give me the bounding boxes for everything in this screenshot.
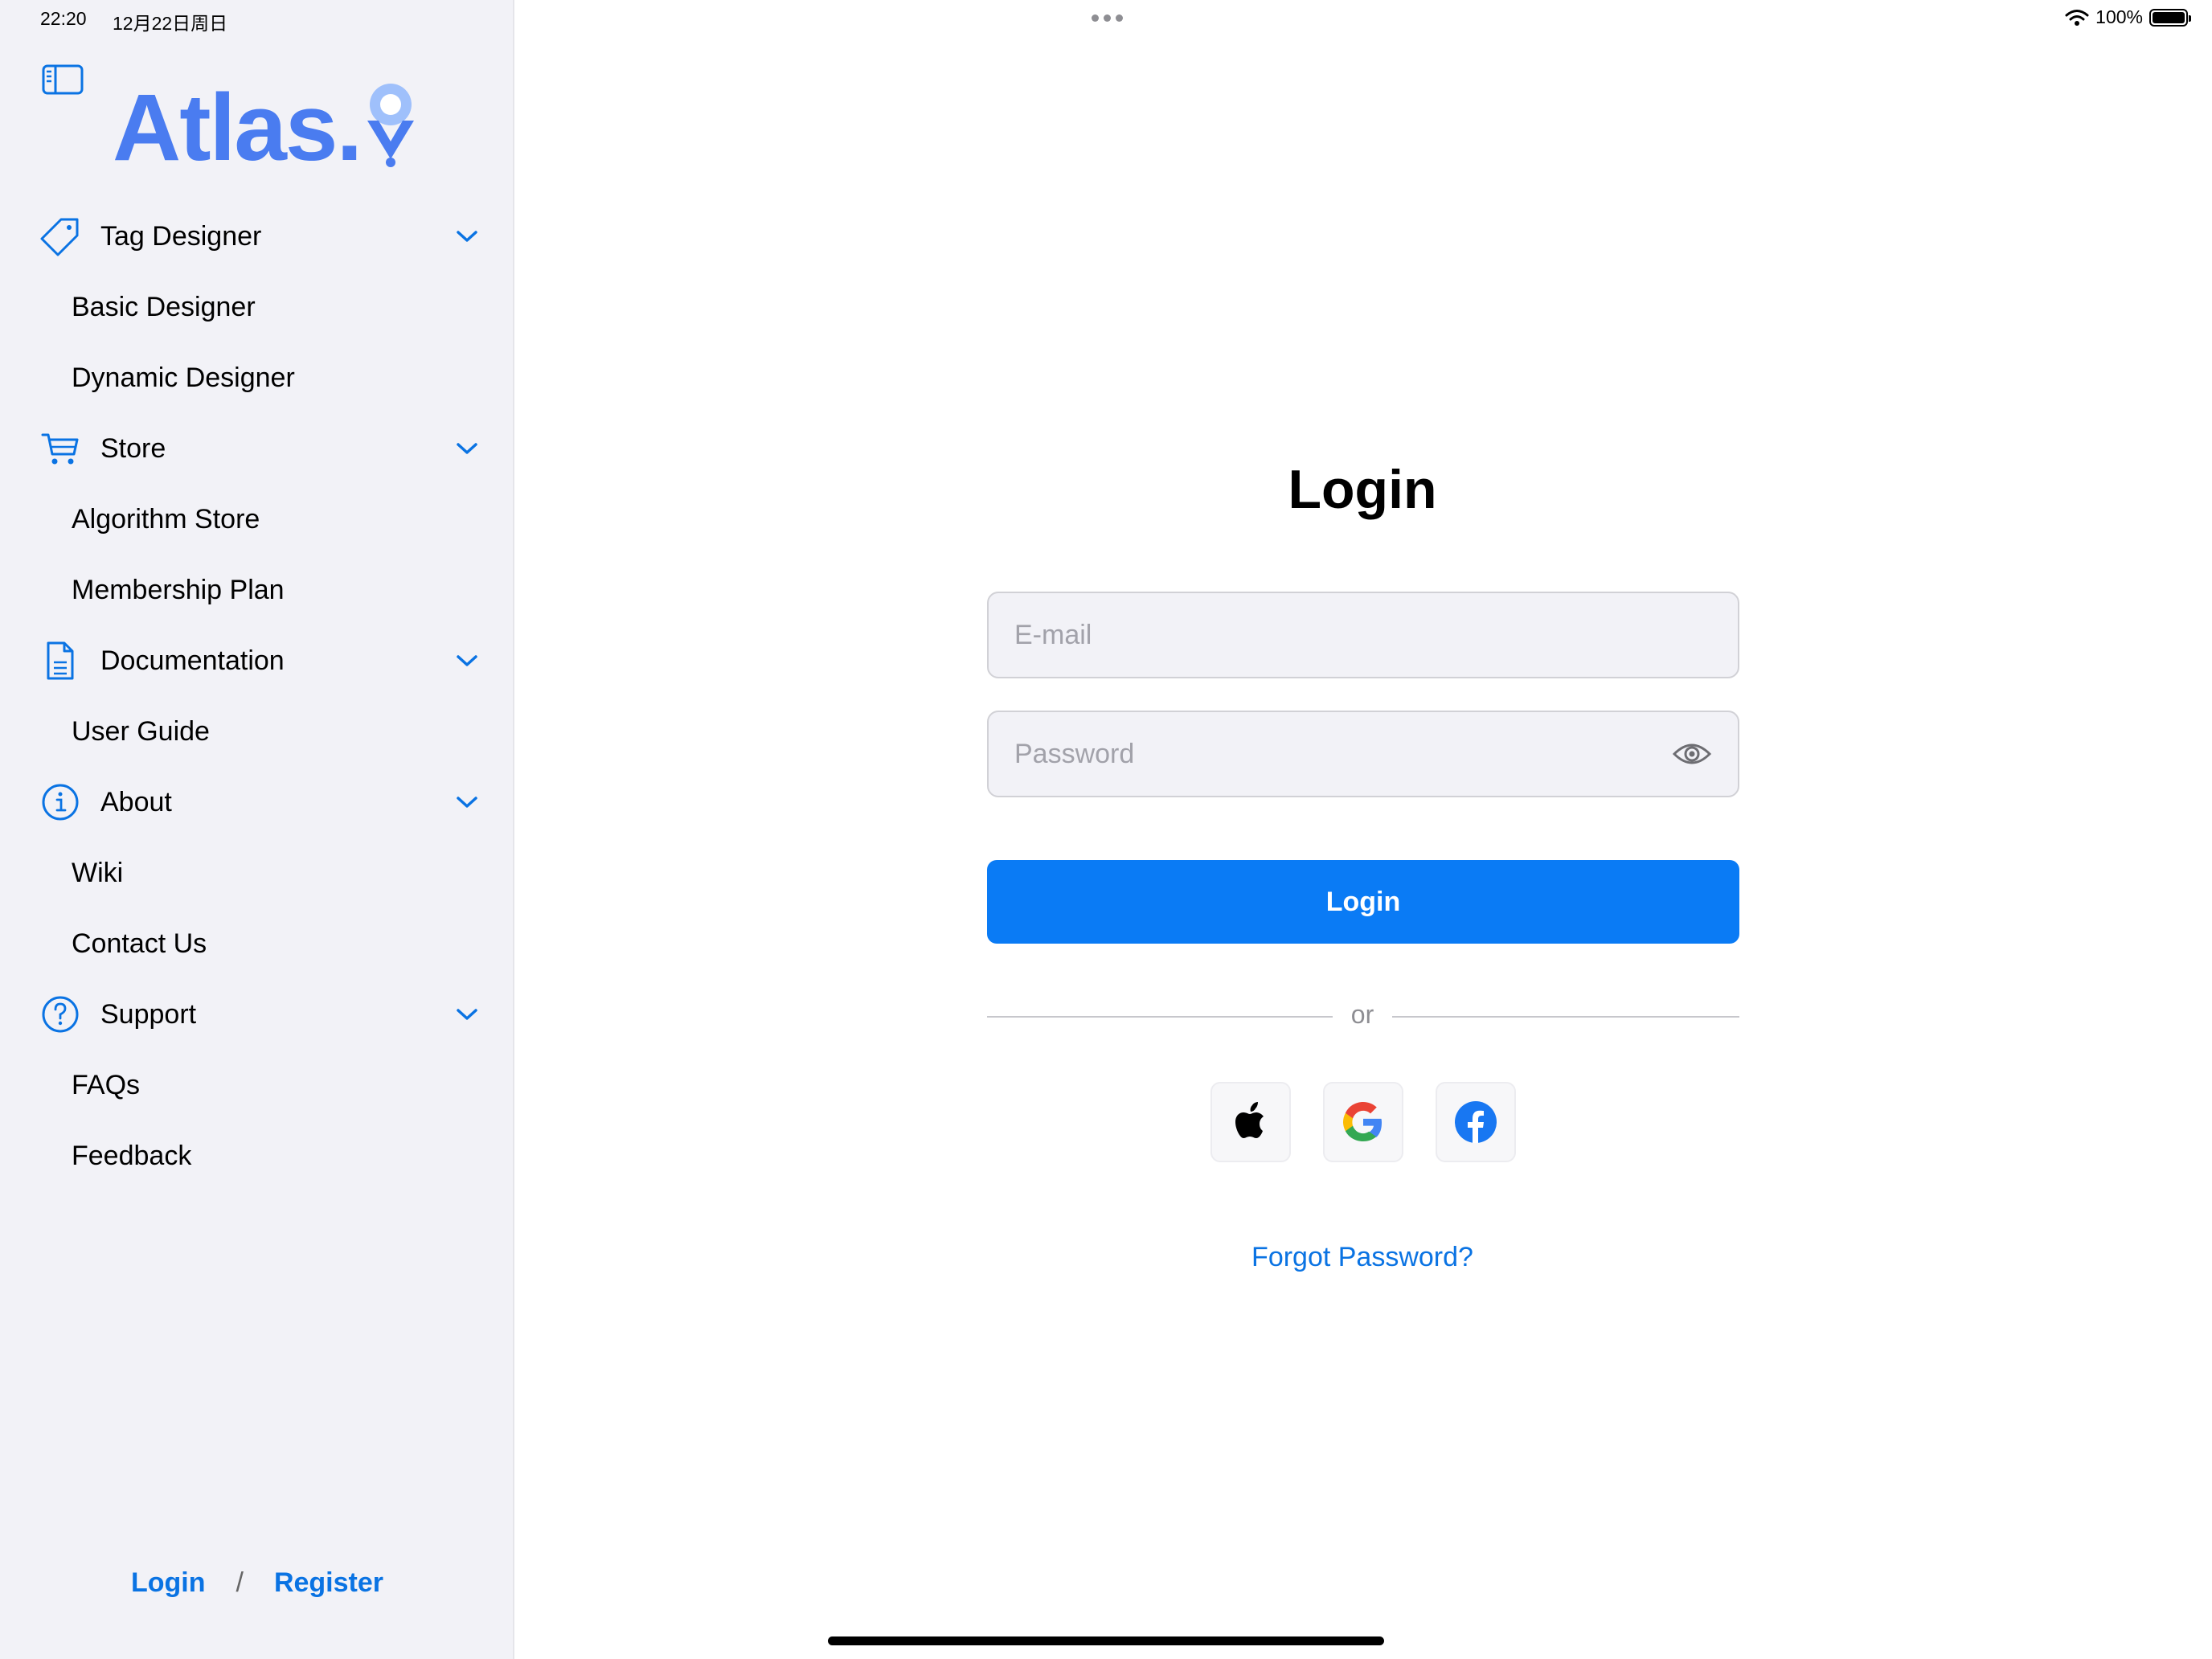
nav-section-tag-designer[interactable]: Tag Designer (0, 201, 514, 272)
sidebar-item-label: Wiki (72, 857, 124, 888)
document-icon (47, 641, 74, 680)
nav-section-label: Store (100, 432, 166, 464)
divider-or-text: or (1350, 1000, 1374, 1029)
status-time: 22:20 (40, 8, 87, 29)
sidebar-item-label: Algorithm Store (72, 503, 260, 535)
sidebar-item-label: Feedback (72, 1140, 192, 1171)
cart-icon (41, 433, 79, 465)
facebook-login-button[interactable] (1436, 1082, 1516, 1162)
auth-separator: / (236, 1567, 244, 1598)
sidebar-item-label: FAQs (72, 1069, 141, 1100)
sidebar-item-feedback[interactable]: Feedback (0, 1120, 514, 1191)
sidebar-register-link[interactable]: Register (274, 1567, 383, 1599)
sidebar: Atlas. Tag Designer Basic Designer Dynam… (0, 0, 514, 1659)
nav-section-support[interactable]: Support (0, 979, 514, 1050)
tag-icon (40, 218, 79, 256)
sidebar-auth-links: Login / Register (0, 1567, 514, 1599)
nav-section-about[interactable]: About (0, 767, 514, 838)
sidebar-item-basic-designer[interactable]: Basic Designer (0, 272, 514, 342)
sidebar-item-contact-us[interactable]: Contact Us (0, 908, 514, 979)
sidebar-item-wiki[interactable]: Wiki (0, 838, 514, 908)
battery-percent: 100% (2095, 6, 2143, 27)
multitasking-dots-icon[interactable] (1092, 14, 1123, 22)
divider-line-right (1392, 1016, 1739, 1018)
page-title: Login (1288, 459, 1437, 520)
sidebar-item-label: Basic Designer (72, 291, 256, 322)
password-field[interactable] (987, 711, 1739, 797)
chevron-down-icon[interactable] (455, 794, 479, 810)
facebook-icon (1455, 1101, 1497, 1143)
sidebar-item-faqs[interactable]: FAQs (0, 1050, 514, 1120)
sidebar-item-label: Membership Plan (72, 574, 285, 605)
nav-section-label: Documentation (100, 645, 285, 676)
info-icon (42, 784, 79, 821)
sidebar-toggle-icon[interactable] (42, 64, 84, 95)
nav-section-documentation[interactable]: Documentation (0, 625, 514, 696)
sidebar-item-user-guide[interactable]: User Guide (0, 696, 514, 767)
status-date: 12月22日周日 (113, 13, 228, 34)
divider-line-left (987, 1016, 1333, 1018)
google-login-button[interactable] (1323, 1082, 1403, 1162)
apple-login-button[interactable] (1210, 1082, 1291, 1162)
apple-icon (1235, 1102, 1264, 1138)
battery-icon (2149, 8, 2191, 27)
question-icon (42, 996, 79, 1033)
logo-text: Atlas. (113, 75, 363, 181)
status-right: 100% (2065, 6, 2191, 28)
chevron-down-icon[interactable] (455, 653, 479, 669)
sidebar-item-algorithm-store[interactable]: Algorithm Store (0, 484, 514, 555)
google-icon (1343, 1102, 1382, 1141)
sidebar-item-label: User Guide (72, 715, 210, 747)
location-pin-icon (367, 84, 415, 167)
login-button[interactable]: Login (987, 860, 1739, 944)
screen: Atlas. Tag Designer Basic Designer Dynam… (0, 0, 2212, 1659)
chevron-down-icon[interactable] (455, 228, 479, 244)
show-password-eye-icon[interactable] (1672, 739, 1712, 768)
wifi-icon (2065, 9, 2089, 26)
sidebar-item-label: Dynamic Designer (72, 362, 295, 393)
chevron-down-icon[interactable] (455, 1006, 479, 1022)
nav-section-store[interactable]: Store (0, 413, 514, 484)
email-field[interactable] (987, 592, 1739, 678)
sidebar-login-link[interactable]: Login (131, 1567, 206, 1599)
home-indicator[interactable] (828, 1636, 1384, 1645)
nav-section-label: Support (100, 998, 197, 1030)
nav-section-label: About (100, 786, 172, 817)
forgot-password-link[interactable]: Forgot Password? (1174, 1242, 1551, 1273)
chevron-down-icon[interactable] (455, 440, 479, 457)
sidebar-item-membership-plan[interactable]: Membership Plan (0, 555, 514, 625)
nav-section-label: Tag Designer (100, 220, 262, 252)
app-logo: Atlas. (113, 80, 419, 175)
sidebar-item-dynamic-designer[interactable]: Dynamic Designer (0, 342, 514, 413)
sidebar-item-label: Contact Us (72, 928, 207, 959)
